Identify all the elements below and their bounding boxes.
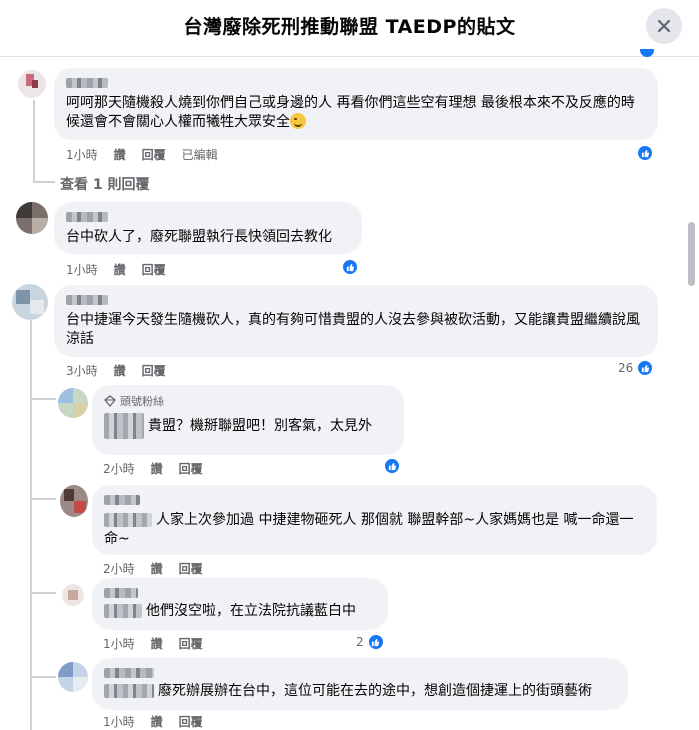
like-icon [383, 457, 401, 475]
like-button[interactable]: 讚 [114, 261, 126, 278]
thread-line [30, 676, 56, 678]
scrollbar-thumb[interactable] [688, 222, 695, 286]
thread-line [33, 100, 35, 182]
reply-actions: 2小時 讚 回覆 [103, 460, 219, 477]
comment-actions: 1小時 讚 回覆 已編輯 [66, 146, 234, 163]
comment-time[interactable]: 1小時 [66, 261, 98, 278]
reaction-summary[interactable] [636, 144, 654, 162]
comment-text: 台中砍人了，廢死聯盟執行長快領回去教化 [66, 229, 332, 245]
comment-bubble: 呵呵那天隨機殺人燒到你們自己或身邊的人 再看你們這些空有理想 最後根本來不及反應… [54, 68, 658, 140]
commenter-name[interactable] [104, 588, 138, 598]
avatar[interactable] [62, 584, 84, 606]
close-button[interactable] [646, 8, 682, 44]
reply-bubble: 頭號粉絲 貴盟？機掰聯盟吧！別客氣，太見外 [92, 385, 404, 455]
dialog-title: 台灣廢除死刑推動聯盟 TAEDP的貼文 [183, 16, 516, 38]
thread-line [30, 592, 56, 594]
comment-bubble: 台中捷運今天發生隨機砍人，真的有夠可惜貴盟的人沒去參與被砍活動，又能讓貴盟繼續說… [54, 285, 658, 357]
reply-time[interactable]: 1小時 [103, 635, 135, 652]
avatar[interactable] [18, 70, 46, 98]
avatar[interactable] [60, 485, 88, 517]
reply-bubble: 他們沒空啦，在立法院抗議藍白中 [92, 578, 388, 630]
reply-time[interactable]: 2小時 [103, 560, 135, 577]
thread-line [30, 398, 56, 400]
fan-badge: 頭號粉絲 [104, 393, 392, 409]
commenter-name[interactable] [66, 78, 108, 88]
reply-button[interactable]: 回覆 [179, 560, 203, 577]
comment-time[interactable]: 3小時 [66, 362, 98, 379]
comment-text: 呵呵那天隨機殺人燒到你們自己或身邊的人 再看你們這些空有理想 最後根本來不及反應… [66, 95, 635, 130]
like-icon [640, 49, 654, 57]
like-button[interactable]: 讚 [151, 713, 163, 730]
reply-actions: 1小時 讚 回覆 [103, 713, 219, 730]
commenter-name[interactable] [104, 413, 144, 439]
reaction-summary[interactable]: 2 [356, 633, 385, 651]
avatar[interactable] [58, 388, 88, 418]
commenter-name-blur [104, 684, 154, 698]
diamond-badge-icon [104, 395, 116, 407]
like-button[interactable]: 讚 [151, 560, 163, 577]
reply-button[interactable]: 回覆 [179, 460, 203, 477]
reply-text: 貴盟？機掰聯盟吧！別客氣，太見外 [148, 418, 372, 434]
like-button[interactable]: 讚 [151, 460, 163, 477]
reaction-summary[interactable]: 26 [618, 359, 655, 377]
view-replies-link[interactable]: 查看 1 則回覆 [60, 174, 150, 194]
reply-button[interactable]: 回覆 [142, 362, 166, 379]
comment-text: 台中捷運今天發生隨機砍人，真的有夠可惜貴盟的人沒去參與被砍活動，又能讓貴盟繼續說… [66, 312, 640, 347]
reply-button[interactable]: 回覆 [142, 146, 166, 163]
reply-time[interactable]: 1小時 [103, 713, 135, 730]
like-button[interactable]: 讚 [151, 635, 163, 652]
avatar[interactable] [12, 284, 48, 320]
comment-actions: 1小時 讚 回覆 [66, 261, 182, 278]
thread-line [33, 181, 55, 183]
reply-text: 他們沒空啦，在立法院抗議藍白中 [146, 603, 356, 619]
commenter-name[interactable] [104, 495, 140, 505]
winking-face-icon [290, 113, 306, 129]
like-icon [341, 258, 359, 276]
reply-actions: 2小時 讚 回覆 [103, 560, 219, 577]
commenter-name-blur [104, 604, 142, 618]
reaction-count: 2 [356, 635, 364, 649]
reply-actions: 1小時 讚 回覆 [103, 635, 219, 652]
reaction-summary[interactable] [341, 258, 359, 276]
reply-text: 廢死辦展辦在台中，這位可能在去的途中，想創造個捷運上的街頭藝術 [158, 683, 592, 699]
like-button[interactable]: 讚 [114, 362, 126, 379]
comment-actions: 3小時 讚 回覆 [66, 362, 182, 379]
reply-button[interactable]: 回覆 [179, 635, 203, 652]
fan-badge-label: 頭號粉絲 [120, 395, 164, 408]
close-icon [657, 19, 671, 33]
commenter-name[interactable] [66, 295, 108, 305]
like-icon [636, 359, 655, 377]
comment-bubble: 台中砍人了，廢死聯盟執行長快領回去教化 [54, 202, 362, 254]
commenter-name[interactable] [104, 668, 154, 678]
reply-button[interactable]: 回覆 [142, 261, 166, 278]
commenter-name[interactable] [66, 212, 108, 222]
like-button[interactable]: 讚 [114, 146, 126, 163]
like-icon [366, 633, 385, 651]
dialog-header: 台灣廢除死刑推動聯盟 TAEDP的貼文 [0, 0, 699, 57]
reply-time[interactable]: 2小時 [103, 460, 135, 477]
reply-bubble: 廢死辦展辦在台中，這位可能在去的途中，想創造個捷運上的街頭藝術 [92, 658, 628, 710]
reaction-summary[interactable] [383, 457, 401, 475]
thread-line [30, 498, 56, 500]
reply-text: 人家上次參加過 中捷建物砸死人 那個就 聯盟幹部~人家媽媽也是 喊一命還一命~ [104, 512, 634, 547]
reply-button[interactable]: 回覆 [179, 713, 203, 730]
like-icon [636, 144, 654, 162]
reaction-count: 26 [618, 361, 634, 375]
commenter-name-blur [104, 513, 152, 527]
comment-time[interactable]: 1小時 [66, 146, 98, 163]
thread-line [30, 320, 32, 730]
edited-label: 已編輯 [181, 148, 218, 162]
reply-bubble: 人家上次參加過 中捷建物砸死人 那個就 聯盟幹部~人家媽媽也是 喊一命還一命~ [92, 485, 657, 555]
avatar[interactable] [58, 662, 88, 692]
avatar[interactable] [16, 202, 48, 234]
